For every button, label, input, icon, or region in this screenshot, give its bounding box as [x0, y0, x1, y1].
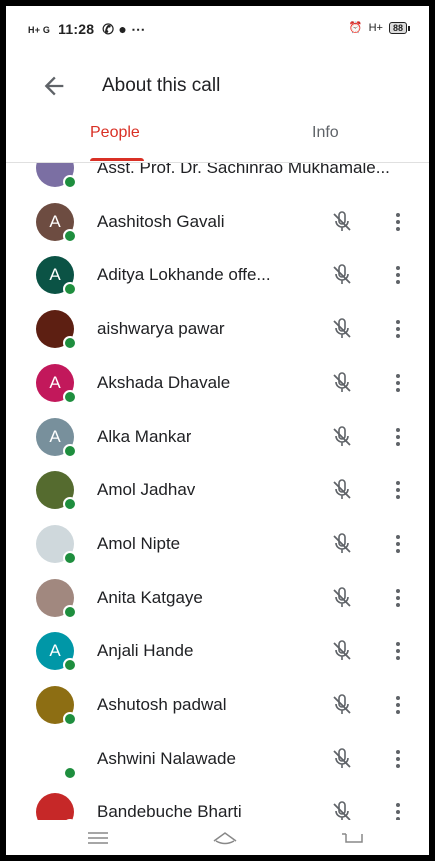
mic-off-icon[interactable]	[330, 371, 354, 395]
participant-name: Asst. Prof. Dr. Sachinrao Mukhamale...	[97, 163, 390, 177]
participant-name: Amol Jadhav	[97, 480, 196, 500]
more-vert-icon[interactable]	[386, 317, 410, 341]
participant-name: Aashitosh Gavali	[97, 211, 225, 231]
mic-off-icon[interactable]	[330, 639, 354, 663]
avatar	[36, 471, 77, 512]
participant-name: Anita Katgaye	[97, 587, 203, 607]
more-vert-icon[interactable]	[386, 586, 410, 610]
more-vert-icon[interactable]	[386, 747, 410, 771]
mic-off-icon[interactable]	[330, 693, 354, 717]
avatar	[36, 739, 77, 780]
participant-name: Amol Nipte	[97, 533, 181, 553]
avatar: A	[36, 632, 77, 673]
mic-off-icon[interactable]	[330, 586, 354, 610]
back-nav-icon[interactable]	[340, 828, 368, 848]
more-vert-icon[interactable]	[386, 371, 410, 395]
avatar	[36, 163, 77, 189]
online-status-icon	[63, 228, 77, 243]
mic-off-icon[interactable]	[330, 210, 354, 234]
more-vert-icon[interactable]	[386, 693, 410, 717]
participant-name: Alka Mankar	[97, 426, 192, 446]
avatar	[36, 310, 77, 351]
network-type: H+	[368, 21, 383, 34]
participant-row[interactable]: Amol Nipte	[6, 517, 429, 571]
call-icon: ✆	[102, 21, 115, 37]
mic-off-icon[interactable]	[330, 478, 354, 502]
participant-row[interactable]: A Anjali Hande	[6, 624, 429, 678]
online-status-icon	[63, 443, 77, 458]
system-nav-bar	[6, 820, 429, 855]
participant-row[interactable]: A Akshada Dhavale	[6, 356, 429, 410]
avatar	[36, 578, 77, 619]
tab-indicator	[90, 158, 144, 161]
participant-row[interactable]: Asst. Prof. Dr. Sachinrao Mukhamale...	[6, 163, 429, 195]
avatar	[36, 686, 77, 726]
avatar	[36, 793, 77, 823]
participant-row[interactable]: A Aditya Lokhande offe...	[6, 248, 429, 302]
participant-row[interactable]: A Alka Mankar	[6, 410, 429, 464]
more-vert-icon[interactable]	[386, 478, 410, 502]
mic-off-icon[interactable]	[330, 425, 354, 449]
tab-people[interactable]: People	[90, 124, 140, 142]
participant-row[interactable]: aishwarya pawar	[6, 302, 429, 356]
avatar: A	[36, 256, 77, 297]
participant-name: Anjali Hande	[97, 641, 194, 661]
menu-icon[interactable]	[84, 828, 112, 848]
battery-icon: 88	[388, 21, 411, 34]
online-status-icon	[63, 336, 77, 351]
online-status-icon	[63, 550, 77, 565]
online-status-icon	[63, 497, 77, 512]
participant-row[interactable]: Bandebuche Bharti	[6, 785, 429, 823]
more-notifications-icon: ⋯	[131, 21, 146, 37]
participant-name: aishwarya pawar	[97, 319, 225, 339]
participant-name: Ashutosh padwal	[97, 695, 227, 714]
status-bar: H+ G 11:28 ✆ ● ⋯ ⏰ H+ 88	[6, 6, 429, 50]
online-status-icon	[63, 175, 77, 189]
participant-row[interactable]: Anita Katgaye	[6, 571, 429, 625]
chat-icon: ●	[118, 21, 127, 37]
app-bar: About this call	[6, 58, 429, 114]
avatar: A	[36, 202, 77, 243]
online-status-icon	[63, 658, 77, 673]
avatar	[36, 524, 77, 565]
more-vert-icon[interactable]	[386, 425, 410, 449]
alarm-icon: ⏰	[348, 22, 363, 34]
participant-name: Akshada Dhavale	[97, 372, 231, 392]
mic-off-icon[interactable]	[330, 532, 354, 556]
more-vert-icon[interactable]	[386, 532, 410, 556]
online-status-icon	[63, 604, 77, 619]
participant-name: Aditya Lokhande offe...	[97, 265, 271, 285]
more-vert-icon[interactable]	[386, 639, 410, 663]
online-status-icon	[63, 389, 77, 404]
status-time: 11:28	[58, 21, 95, 37]
mic-off-icon[interactable]	[330, 747, 354, 771]
online-status-icon	[63, 765, 77, 780]
participant-row[interactable]: Ashwini Nalawade	[6, 732, 429, 786]
participant-list: Asst. Prof. Dr. Sachinrao Mukhamale... A A…	[6, 163, 429, 823]
page-title: About this call	[102, 75, 221, 96]
avatar: A	[36, 417, 77, 458]
online-status-icon	[63, 282, 77, 297]
participant-row[interactable]: Ashutosh padwal	[6, 678, 429, 732]
participant-row[interactable]: Amol Jadhav	[6, 463, 429, 517]
online-status-icon	[63, 712, 77, 726]
tab-info[interactable]: Info	[312, 124, 339, 142]
participant-name: Ashwini Nalawade	[97, 748, 236, 768]
home-icon[interactable]	[211, 828, 239, 848]
back-arrow-icon[interactable]	[40, 72, 68, 100]
avatar: A	[36, 363, 77, 404]
signal-icon: H+ G	[28, 25, 51, 36]
mic-off-icon[interactable]	[330, 263, 354, 287]
mic-off-icon[interactable]	[330, 317, 354, 341]
more-vert-icon[interactable]	[386, 210, 410, 234]
more-vert-icon[interactable]	[386, 263, 410, 287]
screen: H+ G 11:28 ✆ ● ⋯ ⏰ H+ 88 About this call…	[6, 6, 429, 855]
participant-row[interactable]: A Aashitosh Gavali	[6, 195, 429, 249]
tab-bar: People Info	[6, 118, 429, 163]
